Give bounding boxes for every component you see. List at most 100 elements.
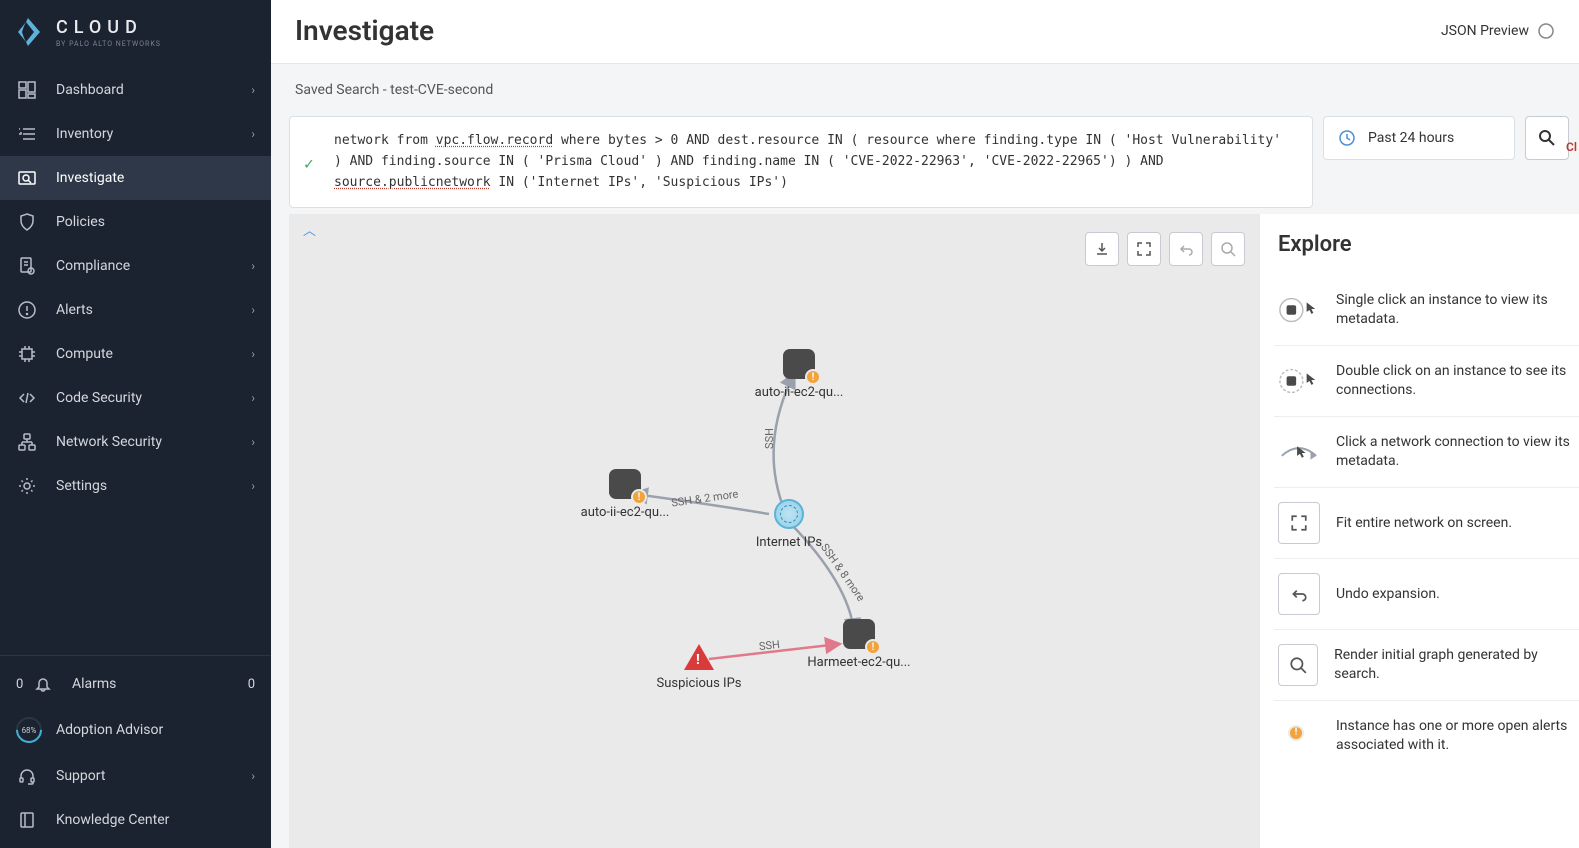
- brand-name: CLOUD: [56, 17, 161, 38]
- gauge-icon: 68%: [16, 717, 42, 743]
- instance-alert-icon: !: [1278, 715, 1320, 757]
- download-button[interactable]: [1085, 232, 1119, 266]
- json-preview-toggle[interactable]: JSON Preview: [1441, 22, 1555, 40]
- explore-tip: Click a network connection to view its m…: [1274, 416, 1579, 487]
- graph-area: ︿: [289, 214, 1579, 848]
- explore-title: Explore: [1278, 232, 1579, 257]
- undo-button[interactable]: [1169, 232, 1203, 266]
- explore-tip-fit[interactable]: Fit entire network on screen.: [1274, 487, 1579, 558]
- graph-canvas[interactable]: SSH SSH & 2 more SSH & 8 more SSH ! auto…: [289, 214, 1259, 848]
- chevron-right-icon: ›: [251, 259, 255, 273]
- investigate-icon: [16, 167, 38, 189]
- reset-zoom-button[interactable]: [1211, 232, 1245, 266]
- sidebar-item-knowledge[interactable]: Knowledge Center: [0, 798, 271, 842]
- chevron-right-icon: ›: [251, 391, 255, 405]
- graph-toolbar: [1085, 232, 1245, 266]
- adoption-label: Adoption Advisor: [56, 722, 163, 738]
- sidebar: CLOUD BY PALO ALTO NETWORKS Dashboard › …: [0, 0, 271, 848]
- explore-tip-undo[interactable]: Undo expansion.: [1274, 558, 1579, 629]
- main-nav: Dashboard › Inventory › Investigate Poli…: [0, 62, 271, 655]
- explore-panel: Explore Single click an instance to view…: [1259, 214, 1579, 848]
- chevron-right-icon: ›: [251, 303, 255, 317]
- sidebar-item-label: Compute: [56, 346, 251, 362]
- support-label: Support: [56, 768, 105, 784]
- sidebar-item-investigate[interactable]: Investigate: [0, 156, 271, 200]
- book-icon: [16, 809, 38, 831]
- search-icon: [1538, 129, 1556, 147]
- sidebar-item-label: Compliance: [56, 258, 251, 274]
- saved-search-label: Saved Search - test-CVE-second: [295, 82, 1573, 98]
- alarms-count-left: 0: [16, 677, 26, 692]
- undo-icon: [1278, 573, 1320, 615]
- sidebar-bottom: 0 Alarms 0 68% Adoption Advisor Support …: [0, 655, 271, 848]
- sidebar-item-dashboard[interactable]: Dashboard ›: [0, 68, 271, 112]
- main: Investigate JSON Preview Cl Saved Search…: [271, 0, 1579, 848]
- sidebar-item-network-security[interactable]: Network Security ›: [0, 420, 271, 464]
- logo: CLOUD BY PALO ALTO NETWORKS: [0, 0, 271, 62]
- check-icon: ✓: [304, 151, 314, 177]
- sidebar-item-label: Code Security: [56, 390, 251, 406]
- knowledge-label: Knowledge Center: [56, 812, 169, 828]
- alarms-count-right: 0: [248, 677, 255, 692]
- main-header: Investigate JSON Preview: [271, 0, 1579, 64]
- sidebar-item-adoption[interactable]: 68% Adoption Advisor: [0, 706, 271, 754]
- sidebar-item-settings[interactable]: Settings ›: [0, 464, 271, 508]
- render-initial-icon: [1278, 644, 1318, 686]
- chevron-right-icon: ›: [251, 479, 255, 493]
- chevron-right-icon: ›: [251, 435, 255, 449]
- brand-tagline: BY PALO ALTO NETWORKS: [56, 40, 161, 48]
- sidebar-item-alerts[interactable]: Alerts ›: [0, 288, 271, 332]
- chevron-right-icon: ›: [251, 769, 255, 783]
- content: Cl Saved Search - test-CVE-second ✓ netw…: [271, 64, 1579, 848]
- graph-node[interactable]: ! auto-ii-ec2-qu...: [565, 469, 685, 520]
- single-click-icon: [1278, 289, 1320, 331]
- edge-label: SSH: [763, 428, 776, 449]
- policies-icon: [16, 211, 38, 233]
- edge-label: SSH & 8 more: [818, 542, 867, 605]
- sidebar-item-label: Alerts: [56, 302, 251, 318]
- time-range-picker[interactable]: Past 24 hours: [1323, 116, 1515, 160]
- sidebar-item-label: Policies: [56, 214, 255, 230]
- toggle-icon: [1537, 22, 1555, 40]
- bell-icon: [32, 673, 54, 695]
- chevron-right-icon: ›: [251, 347, 255, 361]
- compute-icon: [16, 343, 38, 365]
- sidebar-item-label: Settings: [56, 478, 251, 494]
- sidebar-item-support[interactable]: Support ›: [0, 754, 271, 798]
- graph-node[interactable]: ! auto-ii-ec2-qu...: [749, 349, 849, 400]
- sidebar-item-label: Dashboard: [56, 82, 251, 98]
- sidebar-item-inventory[interactable]: Inventory ›: [0, 112, 271, 156]
- explore-tip: Double click on an instance to see its c…: [1274, 345, 1579, 416]
- clock-icon: [1338, 129, 1356, 147]
- edge-label: SSH: [758, 638, 780, 653]
- explore-tip-reset[interactable]: Render initial graph generated by search…: [1274, 629, 1579, 700]
- alerts-icon: [16, 299, 38, 321]
- sidebar-item-policies[interactable]: Policies: [0, 200, 271, 244]
- graph-node[interactable]: ! Harmeet-ec2-qu...: [799, 619, 919, 670]
- compliance-icon: [16, 255, 38, 277]
- sidebar-item-compute[interactable]: Compute ›: [0, 332, 271, 376]
- alarms-label: Alarms: [72, 676, 116, 692]
- graph-node-internet[interactable]: Internet IPs: [749, 499, 829, 550]
- headset-icon: [16, 765, 38, 787]
- fullscreen-button[interactable]: [1127, 232, 1161, 266]
- logo-icon: [12, 16, 44, 48]
- sidebar-item-alarms[interactable]: 0 Alarms 0: [0, 662, 271, 706]
- sidebar-item-code-security[interactable]: Code Security ›: [0, 376, 271, 420]
- sidebar-item-label: Inventory: [56, 126, 251, 142]
- dashboard-icon: [16, 79, 38, 101]
- cl-badge: Cl: [1566, 140, 1577, 154]
- search-button[interactable]: [1525, 116, 1569, 160]
- query-input[interactable]: ✓ network from vpc.flow.record where byt…: [289, 116, 1313, 208]
- explore-tip-legend: ! Instance has one or more open alerts a…: [1274, 700, 1579, 771]
- double-click-icon: [1278, 360, 1320, 402]
- sidebar-item-compliance[interactable]: Compliance ›: [0, 244, 271, 288]
- connection-click-icon: [1278, 431, 1320, 473]
- chevron-right-icon: ›: [251, 83, 255, 97]
- graph-node-suspicious[interactable]: Suspicious IPs: [649, 644, 749, 691]
- settings-icon: [16, 475, 38, 497]
- sidebar-item-label: Investigate: [56, 170, 255, 186]
- code-security-icon: [16, 387, 38, 409]
- query-row: ✓ network from vpc.flow.record where byt…: [289, 116, 1579, 208]
- sidebar-item-label: Network Security: [56, 434, 251, 450]
